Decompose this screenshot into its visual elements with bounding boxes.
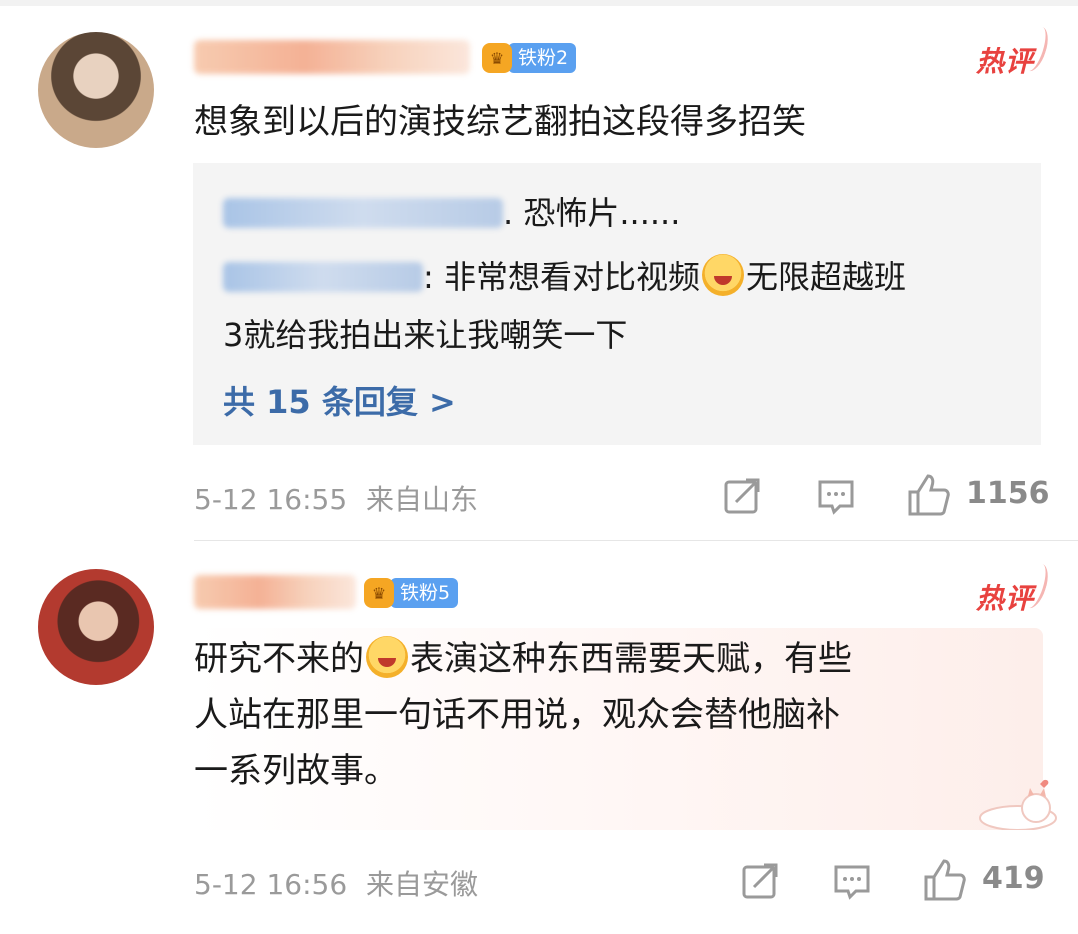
share-icon[interactable] xyxy=(722,476,762,516)
avatar[interactable] xyxy=(38,32,154,148)
comment-text-part: 表演这种东西需要天赋，有些 xyxy=(410,639,852,679)
fan-badge[interactable]: ♛ 铁粉2 xyxy=(482,42,577,74)
location: 来自山东 xyxy=(366,483,479,516)
reply-text-cont: 3就给我拍出来让我嘲笑一下 xyxy=(223,316,628,354)
reply-line: . 恐怖片...... xyxy=(223,185,680,241)
reply-line: 3就给我拍出来让我嘲笑一下 xyxy=(223,307,627,363)
comment-item: ♛ 铁粉5 热评 研究不来的 表演这种东西需要天赋，有些 人站在那里一句话不用说，… xyxy=(0,541,1078,934)
fan-badge[interactable]: ♛ 铁粉5 xyxy=(364,577,459,609)
reply-username-blurred[interactable] xyxy=(223,262,423,292)
emoji-cry-laugh-icon xyxy=(366,636,408,678)
comment-icon[interactable] xyxy=(816,476,856,516)
comment-meta: 5-12 16:55 来自山东 xyxy=(194,478,478,518)
like-count: 1156 xyxy=(966,476,1050,511)
comment-icon[interactable] xyxy=(832,861,872,901)
like-icon[interactable] xyxy=(906,472,952,518)
reply-text-cont: 无限超越班 xyxy=(745,258,906,296)
comment-item: ♛ 铁粉2 热评 想象到以后的演技综艺翻拍这段得多招笑 . 恐怖片...... … xyxy=(0,0,1078,540)
comment-text-part: 人站在那里一句话不用说，观众会替他脑补 xyxy=(194,695,840,735)
emoji-laugh-icon xyxy=(701,254,744,296)
reply-username-blurred[interactable] xyxy=(223,198,503,228)
fan-badge-label: 铁粉2 xyxy=(508,43,577,73)
comment-text: 研究不来的 表演这种东西需要天赋，有些 人站在那里一句话不用说，观众会替他脑补 一… xyxy=(194,631,852,799)
fan-badge-label: 铁粉5 xyxy=(390,578,459,608)
cat-sticker-icon xyxy=(979,779,1057,830)
hot-comment-tag: 热评 xyxy=(976,40,1034,80)
crown-badge-icon: ♛ xyxy=(482,43,512,73)
comment-text-part: 一系列故事。 xyxy=(194,751,398,791)
username-blurred[interactable] xyxy=(194,575,356,609)
more-replies-link[interactable]: 共 15 条回复 > xyxy=(223,377,456,423)
timestamp: 5-12 16:56 xyxy=(194,868,348,901)
reply-text: . 恐怖片...... xyxy=(503,194,681,232)
comment-meta: 5-12 16:56 来自安徽 xyxy=(194,863,478,903)
reply-line: : 非常想看对比视频 无限超越班 xyxy=(223,249,906,305)
timestamp: 5-12 16:55 xyxy=(194,483,348,516)
hot-comment-tag: 热评 xyxy=(976,577,1034,617)
location: 来自安徽 xyxy=(366,868,479,901)
username-blurred[interactable] xyxy=(194,40,470,74)
avatar[interactable] xyxy=(38,569,154,685)
reply-preview-box[interactable]: . 恐怖片...... : 非常想看对比视频 无限超越班 3就给我拍出来让我嘲笑一… xyxy=(193,163,1041,445)
like-count: 419 xyxy=(982,861,1045,896)
comment-text-part: 研究不来的 xyxy=(194,639,364,679)
like-icon[interactable] xyxy=(922,857,968,903)
crown-badge-icon: ♛ xyxy=(364,578,394,608)
reply-text: : 非常想看对比视频 xyxy=(423,258,700,296)
share-icon[interactable] xyxy=(740,861,780,901)
comment-text: 想象到以后的演技综艺翻拍这段得多招笑 xyxy=(194,102,806,142)
